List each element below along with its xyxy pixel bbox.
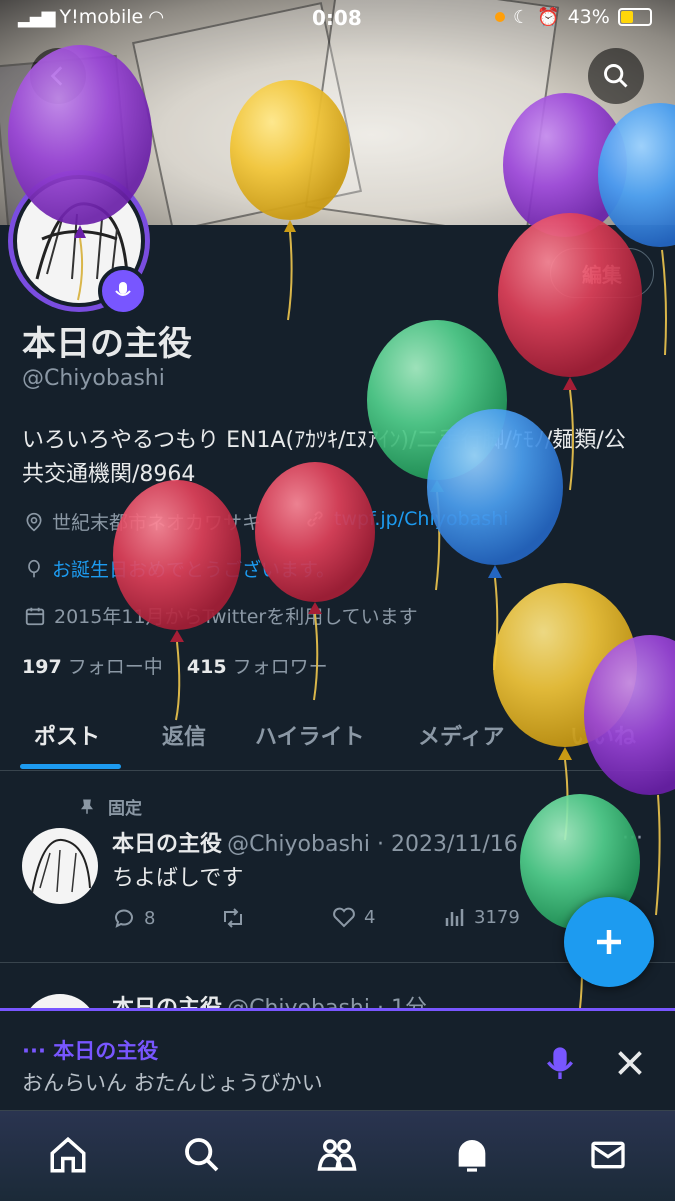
followers-label: フォロワー xyxy=(232,656,328,678)
tweet-text: ちよばしです xyxy=(112,866,244,891)
signal-icon: ▂▄▆ xyxy=(18,6,56,28)
spaces-title: おんらいん おたんじょうびかい xyxy=(22,1071,323,1095)
tab-media[interactable]: メディア xyxy=(418,700,504,770)
views-button[interactable]: 3179 xyxy=(444,906,520,928)
nav-notifications[interactable] xyxy=(450,1133,494,1177)
joined-row: 2015年11月からTwitterを利用しています xyxy=(24,602,418,629)
bell-icon xyxy=(458,1140,486,1172)
birthday-text: お誕生日おめでとうございます。 xyxy=(52,559,336,581)
back-arrow-icon xyxy=(50,66,63,86)
pinned-indicator: 固定 xyxy=(78,794,142,819)
spaces-mic-button[interactable] xyxy=(540,1043,580,1089)
compose-button[interactable] xyxy=(564,897,654,987)
website-row[interactable]: twpf.jp/Chiyobashi xyxy=(304,508,509,530)
website-link[interactable]: twpf.jp/Chiyobashi xyxy=(334,508,509,530)
status-bar-left: ▂▄▆ Y!mobile ◠ xyxy=(18,6,163,28)
tweet-more-icon[interactable]: ··· xyxy=(622,826,643,851)
clock: 0:08 xyxy=(312,6,362,30)
tweet-header: 本日の主役 @Chiyobashi · 2023/11/16 xyxy=(112,826,518,858)
orange-dot-icon xyxy=(495,12,505,22)
tab-highlights[interactable]: ハイライト xyxy=(255,700,365,770)
nav-messages[interactable] xyxy=(586,1133,630,1177)
home-icon xyxy=(50,1136,86,1173)
reply-count: 8 xyxy=(144,907,156,929)
pinned-label: 固定 xyxy=(108,799,142,819)
tab-likes[interactable]: いいね xyxy=(570,700,636,770)
location-row: 世紀末都市ネオカワサキ xyxy=(24,508,261,535)
user-handle: @Chiyobashi xyxy=(22,366,165,391)
search-icon xyxy=(185,1138,219,1172)
following-label: フォロー中 xyxy=(67,656,163,678)
location-text: 世紀末都市ネオカワサキ xyxy=(52,512,262,534)
tweet-handle-date: @Chiyobashi · 2023/11/16 xyxy=(227,832,518,857)
follow-stats: 197 フォロー中 415 フォロワー xyxy=(22,652,328,679)
pin-icon xyxy=(81,799,93,814)
edit-profile-button[interactable]: 編集 xyxy=(550,248,654,298)
profile-tabs: ポスト 返信 ハイライト メディア いいね xyxy=(0,700,675,771)
tab-replies[interactable]: 返信 xyxy=(162,700,206,770)
balloon-purple-3 xyxy=(584,635,675,916)
display-name: 本日の主役 xyxy=(22,324,192,364)
retweet-button[interactable] xyxy=(220,906,246,930)
link-icon xyxy=(307,511,323,527)
communities-icon xyxy=(317,1139,357,1171)
view-count: 3179 xyxy=(474,906,520,928)
moon-icon: ☾ xyxy=(513,6,530,28)
bottom-navigation xyxy=(0,1110,675,1201)
nav-search[interactable] xyxy=(180,1133,224,1177)
spaces-live-badge[interactable] xyxy=(98,266,148,316)
alarm-icon: ⏰ xyxy=(537,6,560,28)
followers-count: 415 xyxy=(186,656,227,678)
battery-label: 43% xyxy=(567,6,610,28)
status-bar-right: ☾ ⏰ 43% xyxy=(495,6,652,28)
close-icon xyxy=(618,1051,642,1075)
spaces-dock[interactable]: ··· 本日の主役 おんらいん おたんじょうびかい xyxy=(0,1008,675,1115)
views-chart-icon xyxy=(445,909,464,926)
search-icon xyxy=(604,64,628,88)
retweet-icon xyxy=(224,908,242,928)
joined-text: 2015年11月からTwitterを利用しています xyxy=(54,606,418,628)
active-tab-indicator xyxy=(20,764,121,769)
microphone-icon xyxy=(547,1047,573,1079)
heart-icon xyxy=(333,907,355,928)
reply-icon xyxy=(115,909,133,928)
mail-icon xyxy=(591,1141,625,1169)
nav-home[interactable] xyxy=(46,1133,90,1177)
profile-bio: いろいろやるつもり EN1A(ｱｶﾂｷ/ｴﾇｱｲﾝ)/二手行脚/ｹﾓﾉ/麺類/公… xyxy=(22,428,626,487)
like-count: 4 xyxy=(364,906,376,928)
back-button[interactable] xyxy=(30,48,86,104)
carrier-label: Y!mobile xyxy=(59,6,144,28)
calendar-icon xyxy=(25,607,45,625)
battery-icon xyxy=(617,8,652,26)
like-button[interactable]: 4 xyxy=(332,906,375,928)
birthday-row: お誕生日おめでとうございます。 xyxy=(24,555,335,582)
nav-communities[interactable] xyxy=(315,1133,359,1177)
microphone-icon xyxy=(115,282,131,296)
tweet-avatar[interactable] xyxy=(22,828,98,904)
followers-link[interactable]: 415 フォロワー xyxy=(187,656,328,678)
tab-posts[interactable]: ポスト xyxy=(34,700,100,770)
spaces-close-button[interactable] xyxy=(612,1045,648,1085)
following-link[interactable]: 197 フォロー中 xyxy=(22,656,163,678)
reply-button[interactable]: 8 xyxy=(112,906,155,930)
search-button[interactable] xyxy=(588,48,644,104)
balloon-icon xyxy=(28,559,40,577)
following-count: 197 xyxy=(22,656,62,678)
plus-icon xyxy=(597,930,621,954)
location-pin-icon xyxy=(26,512,42,531)
spaces-host: ··· 本日の主役 xyxy=(22,1039,159,1063)
tweet-author-name[interactable]: 本日の主役 xyxy=(112,832,222,857)
wifi-icon: ◠ xyxy=(149,6,164,28)
